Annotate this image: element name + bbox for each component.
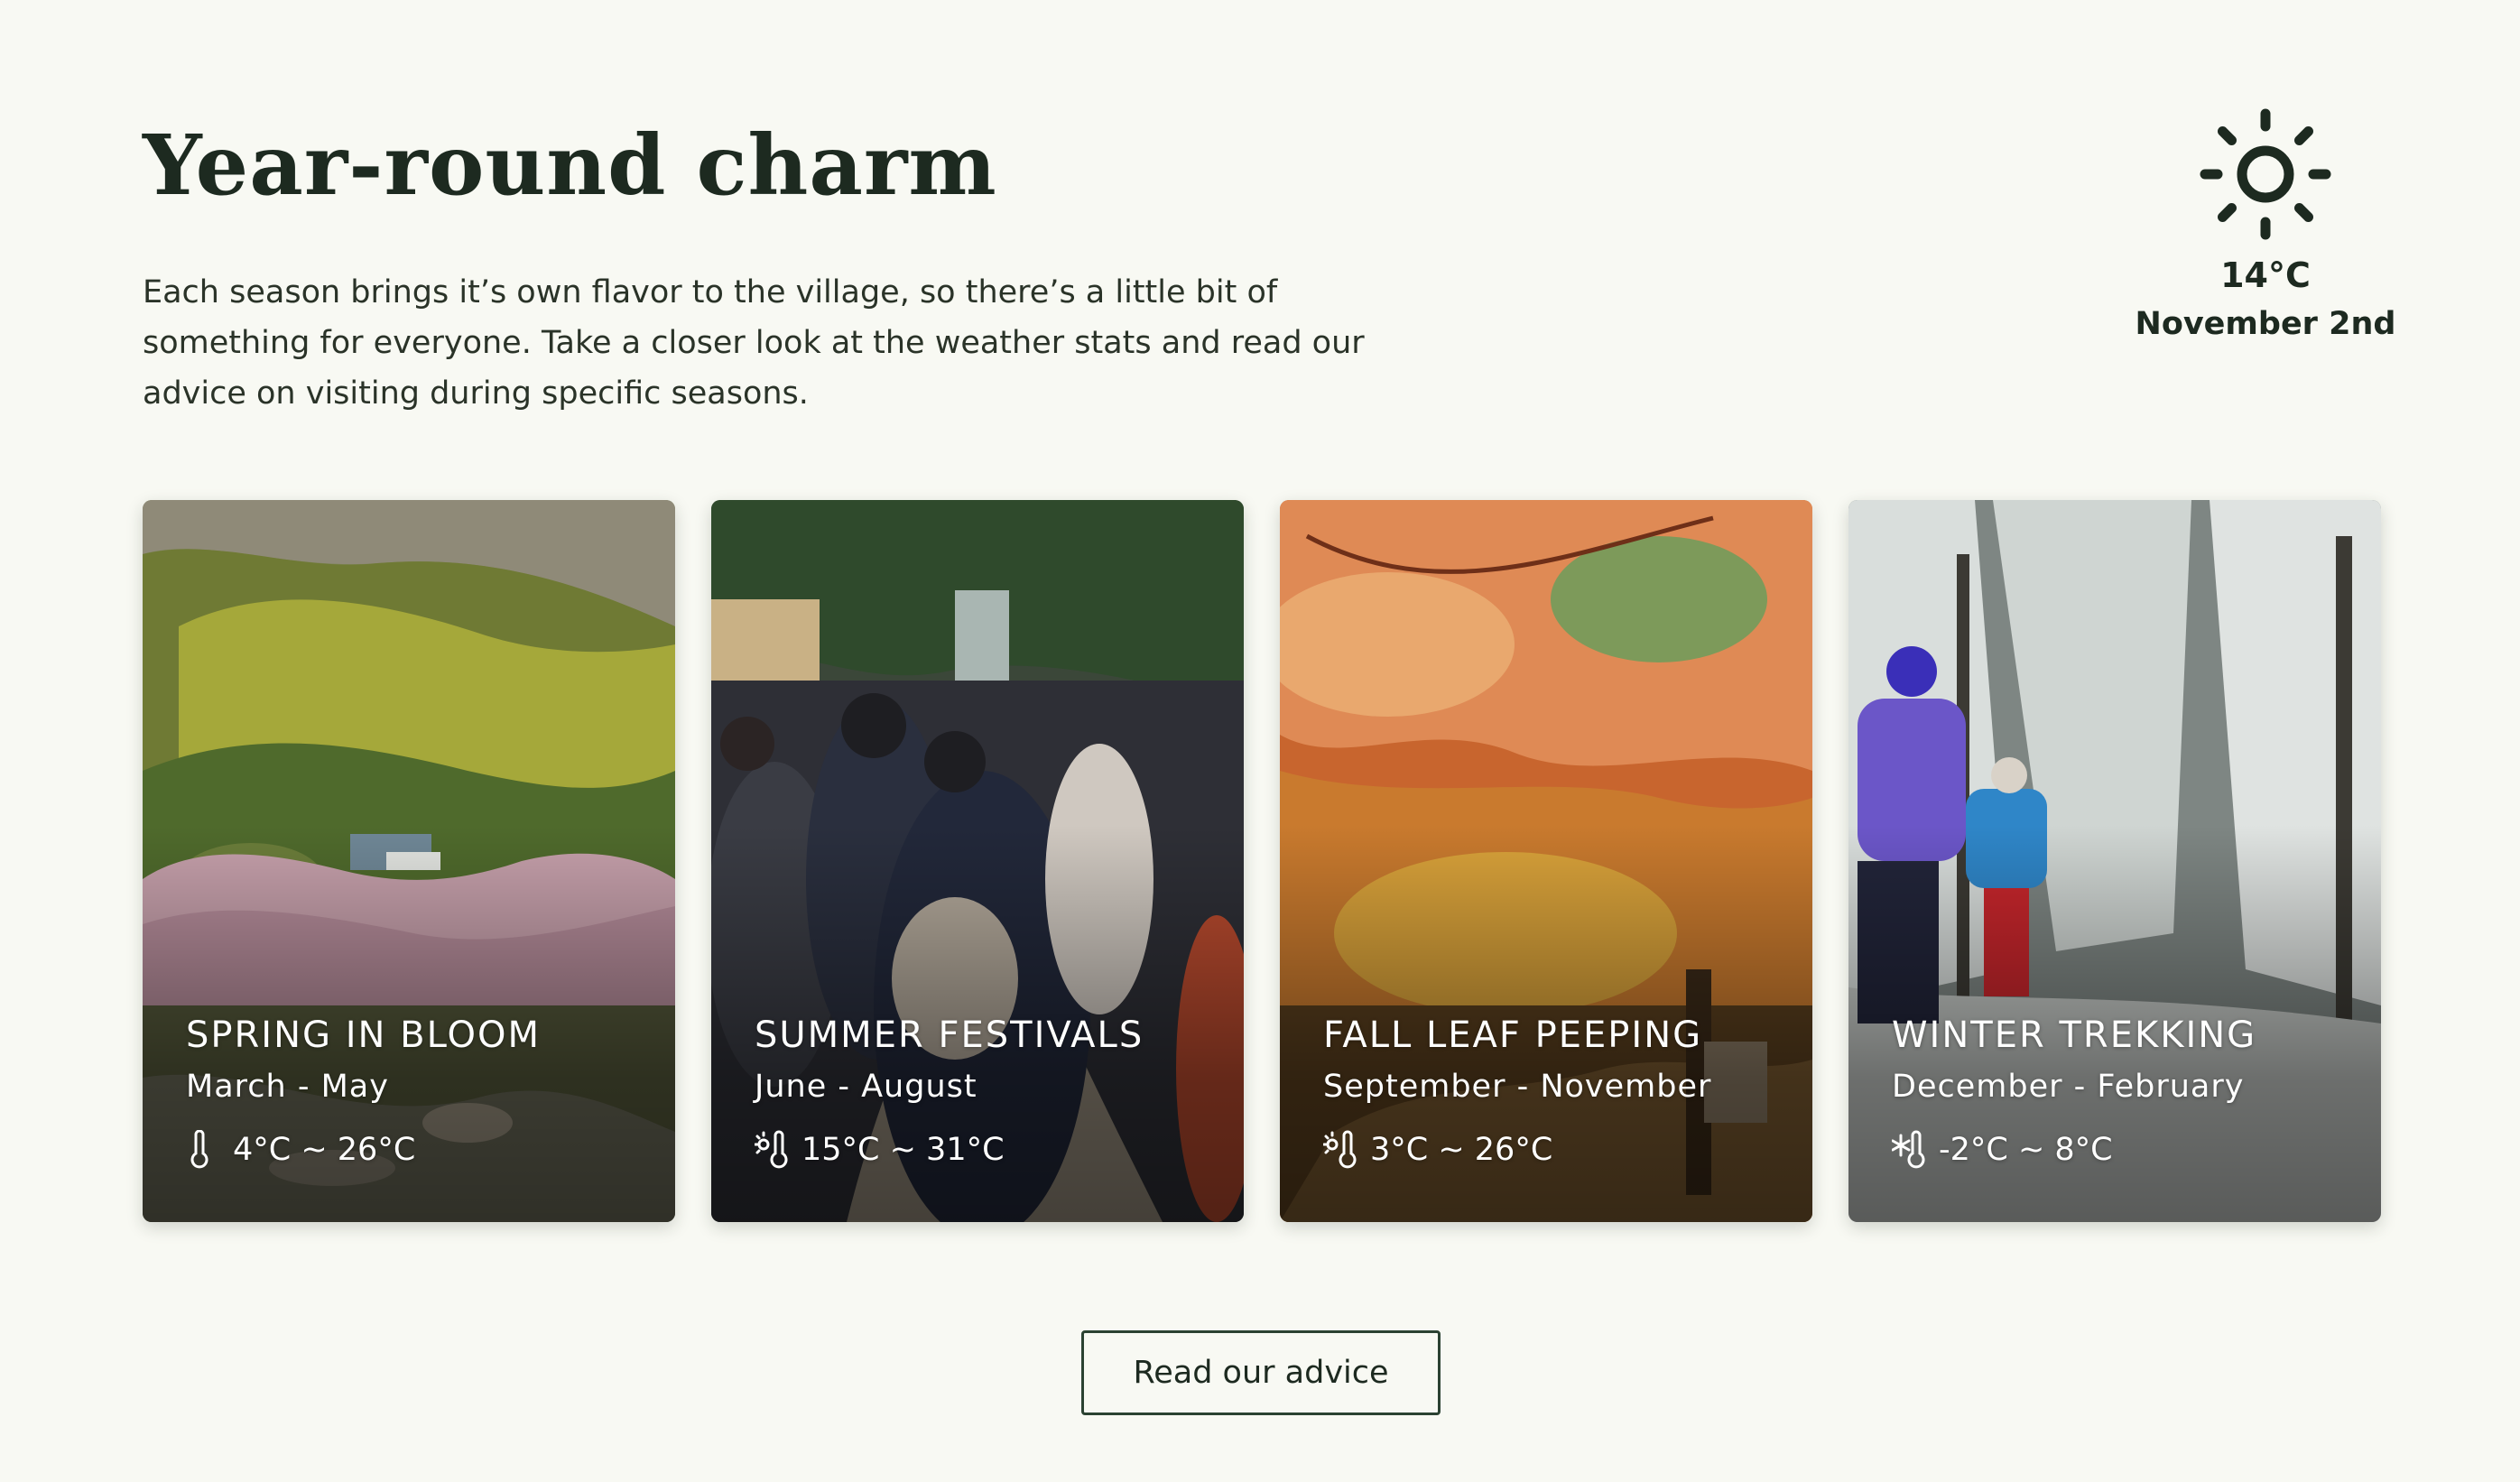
card-months: June - August — [755, 1069, 977, 1105]
season-card-fall[interactable]: FALL LEAF PEEPING September - November 3… — [1280, 500, 1812, 1222]
current-date: November 2nd — [2135, 306, 2396, 342]
section-intro: Each season brings it’s own flavor to th… — [143, 274, 1365, 412]
card-temperature-text: -2°C ~ 8°C — [1939, 1132, 2113, 1168]
thermometer-icon — [186, 1130, 227, 1170]
card-temperature-text: 4°C ~ 26°C — [233, 1132, 416, 1168]
card-temperature-range: -2°C ~ 8°C — [1892, 1128, 2359, 1172]
read-advice-button[interactable]: Read our advice — [1081, 1330, 1441, 1415]
current-weather: 14°C November 2nd — [2103, 107, 2428, 350]
card-title: SPRING IN BLOOM — [186, 1014, 541, 1056]
card-temperature-text: 15°C ~ 31°C — [801, 1132, 1005, 1168]
card-temperature-range: 15°C ~ 31°C — [755, 1128, 1222, 1172]
card-temperature-range: 3°C ~ 26°C — [1323, 1128, 1791, 1172]
card-temperature-text: 3°C ~ 26°C — [1370, 1132, 1553, 1168]
sun-icon — [2103, 107, 2428, 242]
card-title: SUMMER FESTIVALS — [755, 1014, 1144, 1056]
card-months: March - May — [186, 1069, 389, 1105]
season-card-winter[interactable]: WINTER TREKKING December - February -2°C… — [1848, 500, 2381, 1222]
section-title: Year-round charm — [143, 116, 997, 214]
thermometer-snowflake-icon — [1892, 1130, 1933, 1170]
current-temperature: 14°C — [2220, 255, 2311, 295]
card-months: September - November — [1323, 1069, 1712, 1105]
card-temperature-range: 4°C ~ 26°C — [186, 1128, 653, 1172]
season-card-spring[interactable]: SPRING IN BLOOM March - May 4°C ~ 26°C — [143, 500, 675, 1222]
thermometer-sun-icon — [755, 1130, 796, 1170]
card-title: FALL LEAF PEEPING — [1323, 1014, 1703, 1056]
season-card-summer[interactable]: SUMMER FESTIVALS June - August 15°C ~ 31… — [711, 500, 1244, 1222]
card-months: December - February — [1892, 1069, 2245, 1105]
thermometer-sun-icon — [1323, 1130, 1365, 1170]
card-title: WINTER TREKKING — [1892, 1014, 2257, 1056]
